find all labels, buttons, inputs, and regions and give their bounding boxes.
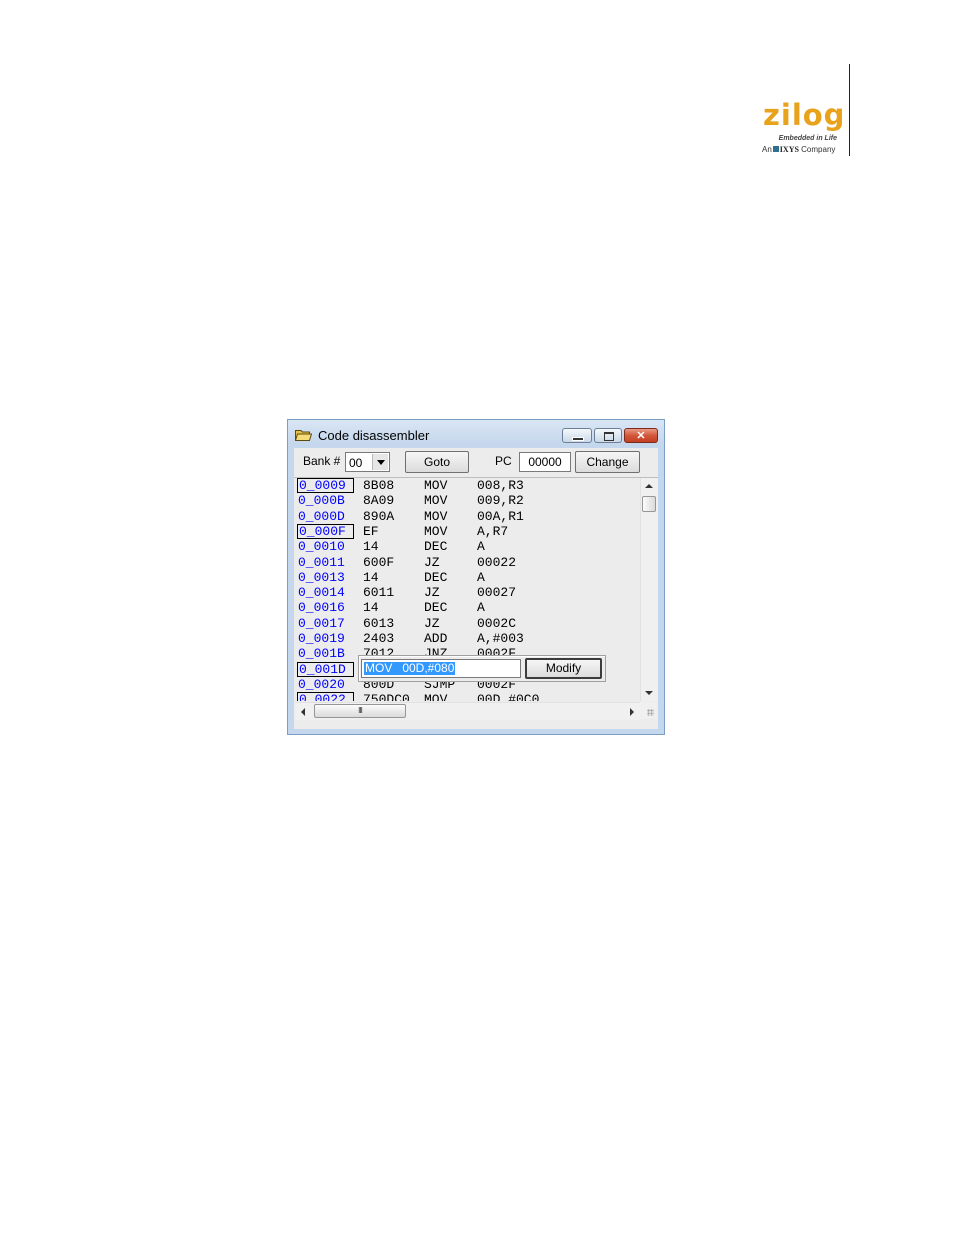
opcode-hex-cell: EF [363,523,379,539]
mnemonic-cell: JZ [424,615,440,631]
inline-editor: MOV 00D,#080 Modify [358,655,606,682]
address-cell: 0_0019 [298,631,345,646]
mnemonic-cell: MOV [424,493,448,509]
operand-cell: A [477,539,485,555]
mnemonic-cell: DEC [424,569,448,585]
disassembly-list: 0_0009 8B08 MOV 008,R3 0_000B 8A09 MOV 009,R2 0_… [294,477,658,720]
close-icon: ✕ [636,429,646,442]
address-cell: 0_0016 [298,600,345,616]
address-cell: 0_000D [298,508,345,524]
operand-cell: 0002C [477,615,517,631]
minimize-icon [572,437,584,441]
address-cell: 0_001B [298,646,345,662]
pc-label: PC [495,454,512,468]
opcode-hex-cell: 750DC0 [363,692,410,701]
resize-grip-icon[interactable] [640,702,657,719]
mnemonic-cell: MOV [424,692,448,701]
mnemonic-cell: ADD [424,631,448,646]
opcode-hex-cell: 600F [363,554,395,570]
address-cell: 0_0020 [298,676,345,692]
title-bar[interactable]: Code disassembler ✕ [288,420,664,448]
chevron-down-icon[interactable] [372,454,388,470]
operand-cell: 008,R3 [477,478,524,493]
pc-field[interactable]: 00000 [519,452,571,472]
operand-cell: A [477,600,485,616]
address-cell: 0_0014 [298,585,345,601]
horizontal-scroll-thumb[interactable]: III [314,704,406,718]
mnemonic-cell: MOV [424,523,448,539]
scroll-up-arrow-icon[interactable] [645,484,653,488]
client-area: Bank # 00 Goto PC 00000 Change 0_0009 8B0… [294,448,658,729]
ixys-mark-icon [772,146,779,152]
opcode-hex-cell: 14 [363,569,379,585]
modify-button[interactable]: Modify [525,658,602,679]
mnemonic-cell: MOV [424,478,448,493]
toolbar: Bank # 00 Goto PC 00000 Change [294,448,658,474]
opcode-hex-cell: 2403 [363,631,395,646]
change-button[interactable]: Change [575,451,640,473]
logo-company-line: An IXYS Company [762,145,835,154]
mnemonic-cell: DEC [424,600,448,616]
instruction-input[interactable]: MOV 00D,#080 [361,659,521,678]
address-cell: 0_000F [297,523,354,539]
address-cell: 0_0022 [297,692,354,701]
instruction-input-selection: MOV 00D,#080 [364,661,456,675]
address-cell: 0_0010 [298,539,345,555]
mnemonic-cell: JZ [424,585,440,601]
opcode-hex-cell: 14 [363,600,379,616]
code-disassembler-window: Code disassembler ✕ Bank # 00 Goto PC 00… [287,419,665,735]
logo-divider [849,64,850,156]
address-cell: 0_0013 [298,569,345,585]
operand-cell: A,R7 [477,523,509,539]
opcode-hex-cell: 8B08 [363,478,395,493]
horizontal-scrollbar[interactable]: III [295,702,640,720]
goto-button[interactable]: Goto [405,451,469,473]
logo-company-prefix: An [762,145,772,154]
operand-cell: A,#003 [477,631,524,646]
bank-select-value: 00 [349,456,363,470]
opcode-hex-cell: 8A09 [363,493,395,509]
scroll-left-arrow-icon[interactable] [301,708,305,716]
scroll-down-arrow-icon[interactable] [645,691,653,695]
opcode-hex-cell: 890A [363,508,395,524]
opcode-hex-cell: 6013 [363,615,395,631]
minimize-button[interactable] [562,428,592,443]
maximize-button[interactable] [594,428,622,443]
address-cell: 0_0011 [298,554,345,570]
mnemonic-cell: MOV [424,508,448,524]
logo-wordmark: zilog [763,98,845,132]
maximize-icon [604,432,614,441]
operand-cell: 00027 [477,585,517,601]
logo-tagline: Embedded in Life [778,135,837,142]
operand-cell: 009,R2 [477,493,524,509]
zilog-logo: zilog Embedded in Life An IXYS Company [755,98,847,158]
opcode-hex-cell: 14 [363,539,379,555]
logo-brand-text: zilog [763,98,846,132]
vertical-scroll-thumb[interactable] [642,496,656,512]
mnemonic-cell: JZ [424,554,440,570]
bank-select[interactable]: 00 [345,452,390,472]
address-cell: 0_001D [297,661,354,677]
window-title: Code disassembler [318,428,430,443]
operand-cell: 00D,#0C0 [477,692,540,701]
operand-cell: 00A,R1 [477,508,524,524]
address-cell: 0_000B [298,493,345,509]
vertical-scrollbar[interactable] [640,478,658,701]
address-cell: 0_0017 [298,615,345,631]
logo-company-name: IXYS [779,145,799,154]
logo-company-suffix: Company [801,145,836,154]
mnemonic-cell: DEC [424,539,448,555]
operand-cell: A [477,569,485,585]
bank-label: Bank # [303,454,341,468]
scroll-right-arrow-icon[interactable] [630,708,634,716]
folder-open-icon [295,430,312,441]
operand-cell: 00022 [477,554,517,570]
address-cell: 0_0009 [297,478,354,493]
close-button[interactable]: ✕ [624,428,658,443]
opcode-hex-cell: 6011 [363,585,395,601]
